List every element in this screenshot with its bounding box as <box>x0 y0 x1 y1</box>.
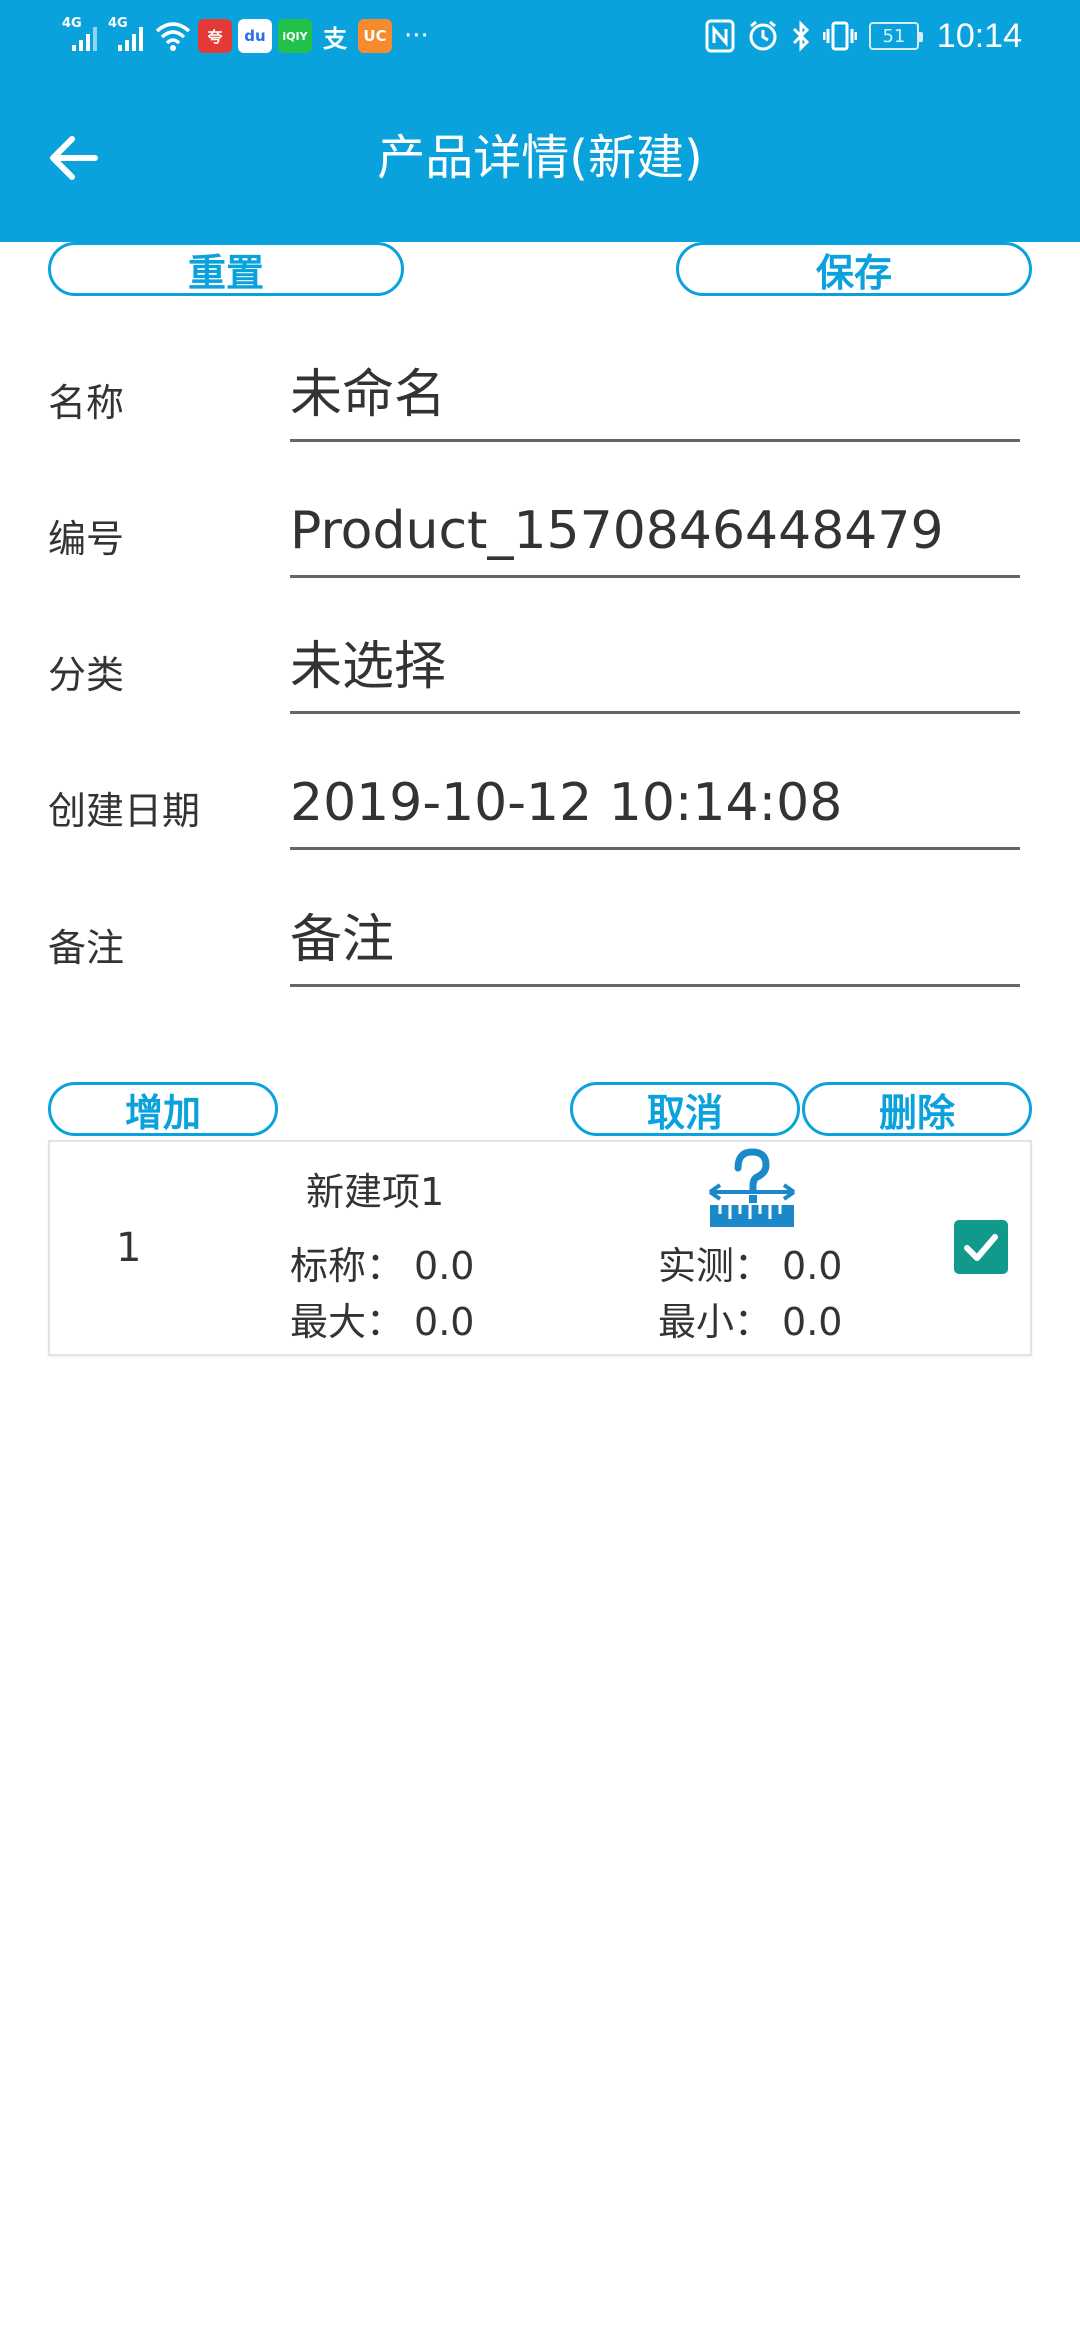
alarm-icon <box>749 20 777 51</box>
category-label: 分类 <box>48 653 125 697</box>
status-bar: 4G 4G 夸 du iQIY 支 UC ··· 51 10:14 <box>0 0 1080 72</box>
notes-field[interactable]: 备注 <box>290 895 1020 987</box>
created-date-label: 创建日期 <box>48 789 201 833</box>
more-notifications-icon: ··· <box>404 21 429 51</box>
save-button[interactable]: 保存 <box>676 242 1032 296</box>
app-icon-red: 夸 <box>198 19 232 53</box>
notes-label: 备注 <box>48 926 125 970</box>
wifi-icon <box>155 22 191 51</box>
reset-button[interactable]: 重置 <box>48 242 404 296</box>
item-checkbox[interactable] <box>954 1220 1008 1274</box>
status-time: 10:14 <box>936 16 1022 55</box>
min-value: 0.0 <box>782 1300 843 1344</box>
form-row-code: 编号 Product_1570846448479 <box>48 486 1020 578</box>
name-label: 名称 <box>48 381 125 425</box>
cell-signal-icon: 4G <box>62 17 102 53</box>
app-bar: 4G 4G 夸 du iQIY 支 UC ··· 51 10:14 产品详情(新… <box>0 0 1080 242</box>
code-field[interactable]: Product_1570846448479 <box>290 486 1020 578</box>
cell-signal-icon: 4G <box>108 17 148 53</box>
min-label: 最小： <box>658 1300 773 1344</box>
checkmark-icon <box>964 1234 998 1261</box>
form-row-name: 名称 未命名 <box>48 350 1020 442</box>
vibrate-icon <box>822 21 857 51</box>
nominal-label: 标称： <box>290 1244 405 1288</box>
list-item[interactable]: 1 新建项1 标称： 0.0 实测： 0.0 最大： 0.0 最小： 0.0 <box>48 1140 1032 1356</box>
title-bar: 产品详情(新建) <box>0 100 1080 220</box>
max-label: 最大： <box>290 1300 405 1344</box>
code-label: 编号 <box>48 517 125 561</box>
battery-icon: 51 <box>868 22 923 50</box>
back-button[interactable] <box>36 122 108 194</box>
item-name: 新建项1 <box>306 1170 445 1214</box>
measured-label: 实测： <box>658 1244 773 1288</box>
measure-unknown-icon[interactable] <box>706 1148 798 1232</box>
add-item-button[interactable]: 增加 <box>48 1082 278 1136</box>
delete-button[interactable]: 删除 <box>802 1082 1032 1136</box>
created-date-field[interactable]: 2019-10-12 10:14:08 <box>290 758 1020 850</box>
iqiyi-icon: iQIY <box>278 19 312 53</box>
item-index: 1 <box>116 1225 142 1271</box>
status-left: 4G 4G 夸 du iQIY 支 UC ··· <box>62 16 429 56</box>
max-value: 0.0 <box>414 1300 475 1344</box>
back-arrow-icon <box>50 136 98 180</box>
min-stat: 最小： 0.0 <box>658 1300 842 1344</box>
measured-stat: 实测： 0.0 <box>658 1244 842 1288</box>
form-row-notes: 备注 备注 <box>48 895 1020 987</box>
nominal-value: 0.0 <box>414 1244 475 1288</box>
nfc-icon <box>705 19 735 53</box>
baidu-icon: du <box>238 19 272 53</box>
form-row-category: 分类 未选择 <box>48 622 1020 714</box>
battery-level: 51 <box>882 25 906 47</box>
uc-browser-icon: UC <box>358 19 392 53</box>
category-select[interactable]: 未选择 <box>290 622 1020 714</box>
nominal-stat: 标称： 0.0 <box>290 1244 474 1288</box>
form-row-created: 创建日期 2019-10-12 10:14:08 <box>48 758 1020 850</box>
cancel-button[interactable]: 取消 <box>570 1082 800 1136</box>
page-title: 产品详情(新建) <box>377 130 703 186</box>
status-right: 51 10:14 <box>705 14 1022 58</box>
max-stat: 最大： 0.0 <box>290 1300 474 1344</box>
alipay-icon: 支 <box>323 24 347 53</box>
name-field[interactable]: 未命名 <box>290 350 1020 442</box>
bluetooth-icon <box>792 20 810 52</box>
measured-value: 0.0 <box>782 1244 843 1288</box>
